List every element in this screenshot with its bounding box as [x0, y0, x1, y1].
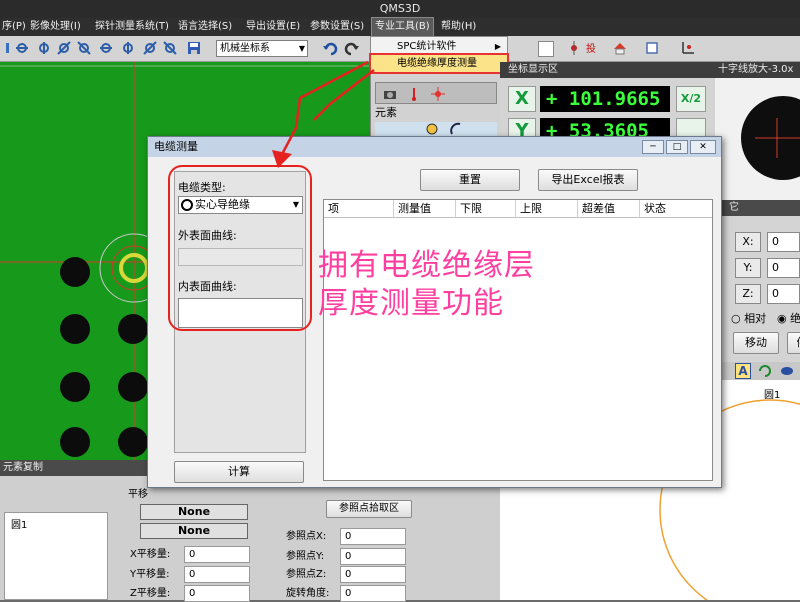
annotation-line-2: 厚度测量功能: [318, 286, 504, 321]
annotation-line-1: 拥有电缆绝缘层: [318, 248, 535, 283]
